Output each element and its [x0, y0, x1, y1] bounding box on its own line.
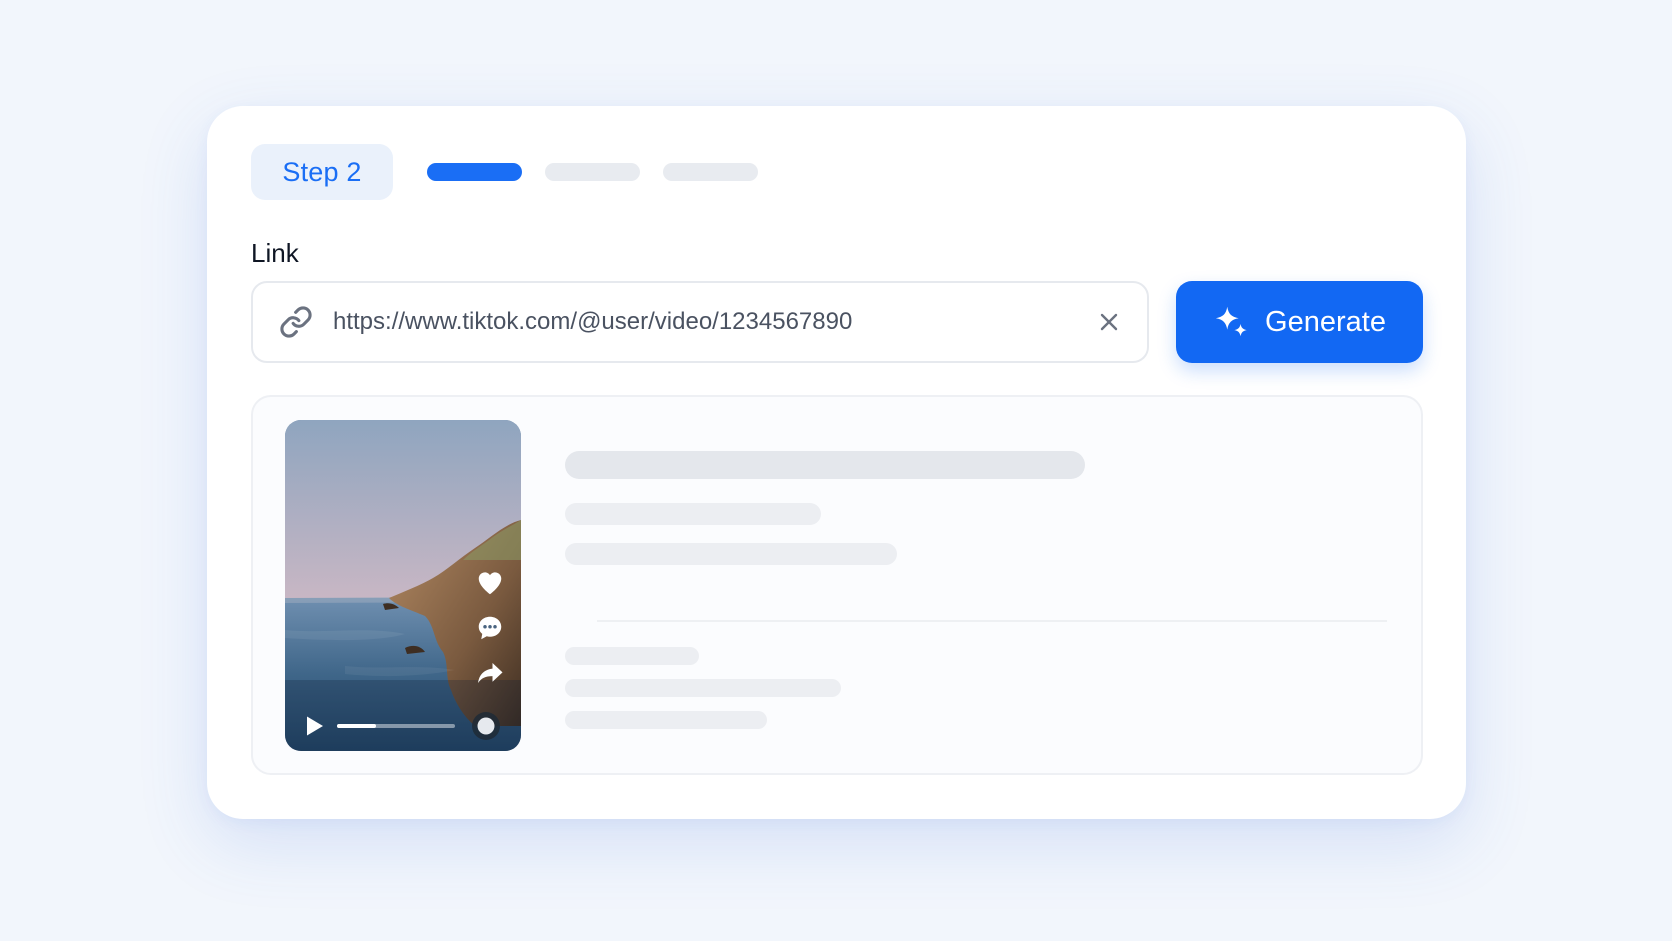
step-progress — [427, 163, 758, 181]
progress-segment-3 — [663, 163, 758, 181]
skeleton-line — [565, 679, 841, 697]
link-value[interactable]: https://www.tiktok.com/@user/video/12345… — [333, 283, 852, 361]
skeleton-line — [565, 647, 699, 665]
progress-segment-1 — [427, 163, 522, 181]
link-label: Link — [251, 238, 299, 268]
preview-panel — [251, 395, 1423, 775]
step-badge: Step 2 — [251, 144, 393, 200]
skeleton-line — [565, 543, 897, 565]
heart-icon[interactable] — [475, 568, 505, 598]
link-icon — [280, 306, 312, 338]
comment-icon[interactable] — [475, 613, 505, 643]
step-card: Step 2 Link https://www.tiktok.com/@user… — [207, 106, 1466, 819]
skeleton-line — [565, 711, 767, 729]
play-icon[interactable] — [305, 715, 325, 737]
sparkle-icon — [1215, 306, 1247, 337]
video-preview[interactable] — [285, 420, 521, 751]
generate-button-label: Generate — [1265, 305, 1386, 338]
video-progress-fill — [337, 724, 376, 728]
skeleton-title — [565, 451, 1085, 479]
record-icon[interactable] — [471, 711, 501, 741]
progress-segment-2 — [545, 163, 640, 181]
clear-icon[interactable] — [1097, 310, 1121, 334]
skeleton-line — [565, 503, 821, 525]
generate-button[interactable]: Generate — [1176, 281, 1423, 363]
share-icon[interactable] — [475, 658, 505, 688]
link-input[interactable]: https://www.tiktok.com/@user/video/12345… — [251, 281, 1149, 363]
video-scrubber[interactable] — [337, 724, 455, 728]
divider — [597, 620, 1387, 622]
